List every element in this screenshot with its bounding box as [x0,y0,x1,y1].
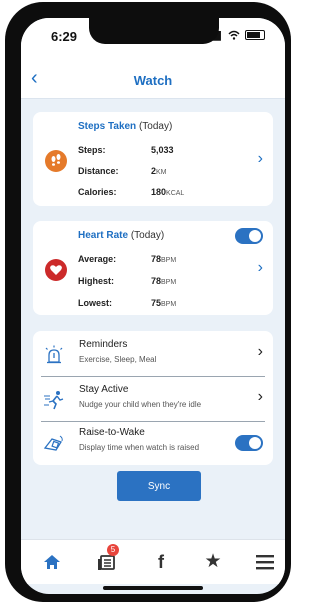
row-value: 180 [151,187,167,197]
row-label: Highest: [78,276,114,286]
page-title: Watch [133,73,173,88]
raise-to-wake-option: Raise-to-Wake Display time when watch is… [33,421,273,465]
nav-bar: ‹ Watch [21,62,285,99]
option-title: Stay Active [79,384,129,395]
calories-row: Calories: 180KCAL [78,187,184,197]
row-value: 75 [151,298,162,308]
stay-active-option[interactable]: Stay Active Nudge your child when they'r… [33,378,273,422]
option-title: Reminders [79,339,128,350]
steps-card[interactable]: Steps Taken (Today) Steps: 5,033 Distanc… [33,112,273,206]
row-label: Distance: [78,166,119,176]
notification-badge: 5 [107,544,119,556]
row-value: 78 [151,276,162,286]
sync-button[interactable]: Sync [117,471,201,501]
steps-row: Steps: 5,033 [78,145,174,155]
chevron-right-icon[interactable]: › [258,343,263,361]
heart-rate-card[interactable]: Heart Rate (Today) Average: 78BPM Highes… [33,221,273,315]
option-title: Raise-to-Wake [79,427,145,438]
chevron-right-icon[interactable]: › [258,150,263,168]
raise-wrist-icon [43,433,65,453]
steps-card-title: Steps Taken (Today) [78,121,172,132]
option-desc: Display time when watch is raised [79,443,200,452]
tab-bar: 5 f ★ [21,539,285,584]
footprints-icon [45,150,67,172]
notch [89,18,219,44]
raise-to-wake-toggle[interactable] [235,435,263,451]
wifi-icon [228,29,245,41]
status-time: 6:29 [51,29,78,44]
option-desc: Exercise, Sleep, Meal [79,355,157,364]
row-label: Steps: [78,145,106,155]
row-unit: BPM [161,279,177,286]
row-label: Lowest: [78,298,113,308]
battery-icon [245,30,265,41]
menu-icon [256,555,274,570]
row-unit: BPM [161,257,177,264]
average-row: Average: 78BPM [78,254,176,264]
tab-favorites[interactable]: ★ [201,550,225,574]
highest-row: Highest: 78BPM [78,276,176,286]
distance-row: Distance: 2KM [78,166,167,176]
row-unit: BPM [161,301,177,308]
heart-subtitle: (Today) [130,230,165,241]
heart-title: Heart Rate [78,230,129,241]
chevron-right-icon[interactable]: › [258,259,263,277]
steps-title: Steps Taken [78,121,137,132]
steps-subtitle: (Today) [138,121,173,132]
home-icon [44,555,60,569]
tab-menu[interactable] [253,550,277,574]
row-value: 78 [151,254,162,264]
divider [41,376,265,377]
settings-card: Reminders Exercise, Sleep, Meal › Stay A… [33,331,273,465]
star-icon: ★ [204,551,222,572]
reminders-option[interactable]: Reminders Exercise, Sleep, Meal › [33,333,273,377]
phone-frame: 6:29 ▂▄▆ ‹ Watch Steps Taken (Today) [5,2,291,602]
row-label: Calories: [78,187,117,197]
facebook-icon: f [158,552,164,572]
heart-card-title: Heart Rate (Today) [78,230,164,241]
running-person-icon [43,390,65,410]
tab-news[interactable]: 5 [95,544,119,574]
tab-home[interactable] [40,550,64,574]
option-desc: Nudge your child when they're idle [79,400,202,409]
alarm-bell-icon [43,345,65,365]
row-unit: KCAL [166,190,185,197]
row-value: 5,033 [151,145,174,155]
screen: 6:29 ▂▄▆ ‹ Watch Steps Taken (Today) [21,18,285,594]
home-indicator [103,586,203,590]
heart-rate-toggle[interactable] [235,228,263,244]
row-label: Average: [78,254,117,264]
chevron-right-icon[interactable]: › [258,388,263,406]
row-unit: KM [156,169,167,176]
lowest-row: Lowest: 75BPM [78,298,176,308]
tab-facebook[interactable]: f [149,550,173,574]
heart-icon [45,259,67,281]
